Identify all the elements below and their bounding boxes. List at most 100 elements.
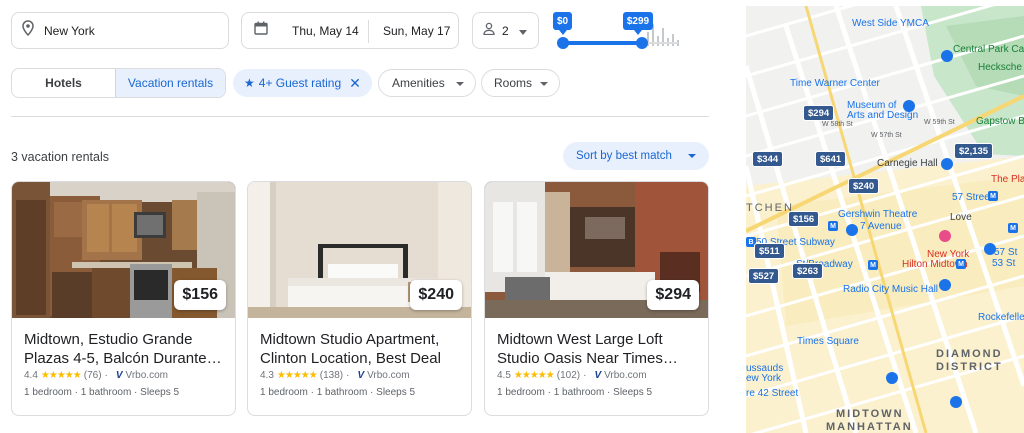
guest-rating-label: 4+ Guest rating	[258, 76, 342, 90]
amenities-label: Amenities	[392, 76, 445, 90]
listing-card[interactable]: $240 Midtown Studio Apartment, Clinton L…	[247, 181, 472, 416]
subway-icon[interactable]: M	[828, 221, 838, 231]
map-label-plaza[interactable]: The Pla	[991, 174, 1024, 185]
sort-label: Sort by best match	[576, 150, 672, 162]
map-poi-icon[interactable]	[846, 224, 858, 236]
map-price-pin[interactable]: $2,135	[954, 143, 994, 159]
rating-value: 4.4	[24, 370, 38, 381]
rooms-filter-chip[interactable]: Rooms	[481, 69, 560, 97]
price-histogram-bar	[672, 34, 674, 46]
subway-icon[interactable]: M	[956, 259, 966, 269]
map-poi-icon[interactable]	[950, 396, 962, 408]
listing-card[interactable]: $294 Midtown West Large Loft Studio Oasi…	[484, 181, 709, 416]
map-label-central-park-carousel[interactable]: Central Park Carousel	[953, 44, 1024, 55]
map-label-time-warner[interactable]: Time Warner Center	[790, 78, 880, 89]
chevron-down-icon	[456, 82, 464, 86]
amenities-filter-chip[interactable]: Amenities	[378, 69, 476, 97]
person-icon	[483, 22, 495, 40]
map-poi-icon[interactable]	[903, 100, 915, 112]
map-label-love[interactable]: Love	[950, 212, 972, 223]
map-poi-icon[interactable]	[886, 372, 898, 384]
guest-rating-filter-chip[interactable]: ★ 4+ Guest rating ✕	[233, 69, 372, 97]
listing-title[interactable]: Midtown West Large Loft Studio Oasis Nea…	[497, 330, 701, 368]
map-label-w57: W 57th St	[871, 132, 902, 139]
map-label-57-street[interactable]: 57 Street	[952, 192, 993, 203]
listing-price: $240	[410, 280, 462, 310]
price-slider[interactable]: $0 $299	[553, 12, 687, 52]
map-label-times-square[interactable]: Times Square	[797, 336, 859, 347]
map-poi-icon[interactable]	[941, 50, 953, 62]
date-range-field[interactable]: Thu, May 14 Sun, May 17	[241, 12, 459, 49]
listing-rating-row: 4.5 ★★★★★ (102) · V Vrbo.com	[497, 370, 647, 381]
map-label-42-street[interactable]: re 42 Street	[746, 388, 798, 399]
slider-min-label: $0	[553, 12, 572, 35]
star-rating-icon: ★★★★★	[513, 370, 555, 381]
listing-amenities: 1 bedroom · 1 bathroom · Sleeps 5	[497, 387, 653, 398]
map-price-pin[interactable]: $641	[815, 151, 847, 167]
listing-amenities: 1 bedroom · 1 bathroom · Sleeps 5	[24, 387, 180, 398]
map-poi-icon[interactable]	[939, 230, 951, 242]
location-value: New York	[44, 23, 95, 38]
map-label-gapstow[interactable]: Gapstow B	[976, 116, 1024, 127]
map-label-rockefeller[interactable]: Rockefelle	[978, 312, 1024, 323]
map-price-pin[interactable]: $527	[748, 268, 780, 284]
listing-card[interactable]: $156 Midtown, Estudio Grande Plazas 4-5,…	[11, 181, 236, 416]
map-price-pin[interactable]: $263	[792, 263, 824, 279]
property-type-toggle: Hotels Vacation rentals	[11, 68, 226, 98]
map-label-heckscher[interactable]: Hecksche	[978, 62, 1022, 73]
map-poi-icon[interactable]	[984, 243, 996, 255]
listing-price: $294	[647, 280, 699, 310]
check-in-date[interactable]: Thu, May 14	[292, 24, 359, 38]
results-map[interactable]: West Side YMCA Central Park Carousel Hec…	[746, 6, 1024, 433]
map-label-w59: W 59th St	[924, 119, 955, 126]
map-label-manhattan: MANHATTAN	[826, 421, 913, 433]
map-price-pin[interactable]: $294	[803, 105, 835, 121]
rating-value: 4.5	[497, 370, 511, 381]
guests-selector[interactable]: 2	[472, 12, 539, 49]
map-label-57-st[interactable]: 57 St	[994, 247, 1017, 258]
review-count: (102)	[556, 370, 581, 381]
listing-price: $156	[174, 280, 226, 310]
map-price-pin[interactable]: $240	[848, 178, 880, 194]
map-label-gershwin[interactable]: Gershwin Theatre	[838, 209, 917, 220]
slider-min-handle[interactable]	[557, 37, 569, 49]
map-label-radio-city[interactable]: Radio City Music Hall	[843, 284, 938, 295]
listing-title[interactable]: Midtown, Estudio Grande Plazas 4-5, Balc…	[24, 330, 228, 368]
map-label-7-avenue[interactable]: 7 Avenue	[860, 221, 902, 232]
vrbo-logo-icon: V	[115, 370, 123, 381]
price-histogram-bar	[657, 36, 659, 46]
star-rating-icon: ★★★★★	[40, 370, 82, 381]
check-out-date[interactable]: Sun, May 17	[383, 24, 450, 38]
tab-vacation-rentals[interactable]: Vacation rentals	[115, 69, 225, 97]
map-label-diamond: DIAMOND	[936, 348, 1003, 360]
map-label-53-st[interactable]: 53 St	[992, 258, 1015, 269]
map-label-new-york-west[interactable]: ew York	[746, 373, 781, 384]
tab-hotels[interactable]: Hotels	[12, 69, 115, 97]
subway-icon[interactable]: M	[868, 260, 878, 270]
map-label-w58: W 58th St	[822, 121, 853, 128]
slider-selected-range	[563, 41, 642, 45]
calendar-icon	[254, 21, 268, 40]
subway-icon[interactable]: M	[1008, 223, 1018, 233]
map-label-ymca[interactable]: West Side YMCA	[852, 18, 929, 29]
separator-dot: ·	[104, 370, 108, 381]
map-price-pin[interactable]: $156	[788, 211, 820, 227]
listing-title[interactable]: Midtown Studio Apartment, Clinton Locati…	[260, 330, 464, 368]
map-price-pin[interactable]: $344	[752, 151, 784, 167]
review-count: (138)	[319, 370, 344, 381]
map-poi-icon[interactable]	[941, 158, 953, 170]
separator-dot: ·	[346, 370, 350, 381]
close-icon[interactable]: ✕	[349, 75, 361, 92]
listing-rating-row: 4.4 ★★★★★ (76) · V Vrbo.com	[24, 370, 168, 381]
location-pin-icon	[22, 20, 34, 41]
separator-dot: ·	[583, 370, 587, 381]
location-field[interactable]: New York	[11, 12, 229, 49]
map-label-carnegie[interactable]: Carnegie Hall	[877, 158, 938, 169]
slider-max-handle[interactable]	[636, 37, 648, 49]
slider-max-label: $299	[623, 12, 653, 35]
map-poi-icon[interactable]	[939, 279, 951, 291]
map-label-district: DISTRICT	[936, 361, 1003, 373]
subway-icon[interactable]: M	[988, 191, 998, 201]
map-price-pin[interactable]: $511	[754, 243, 785, 259]
sort-dropdown[interactable]: Sort by best match	[563, 142, 709, 170]
